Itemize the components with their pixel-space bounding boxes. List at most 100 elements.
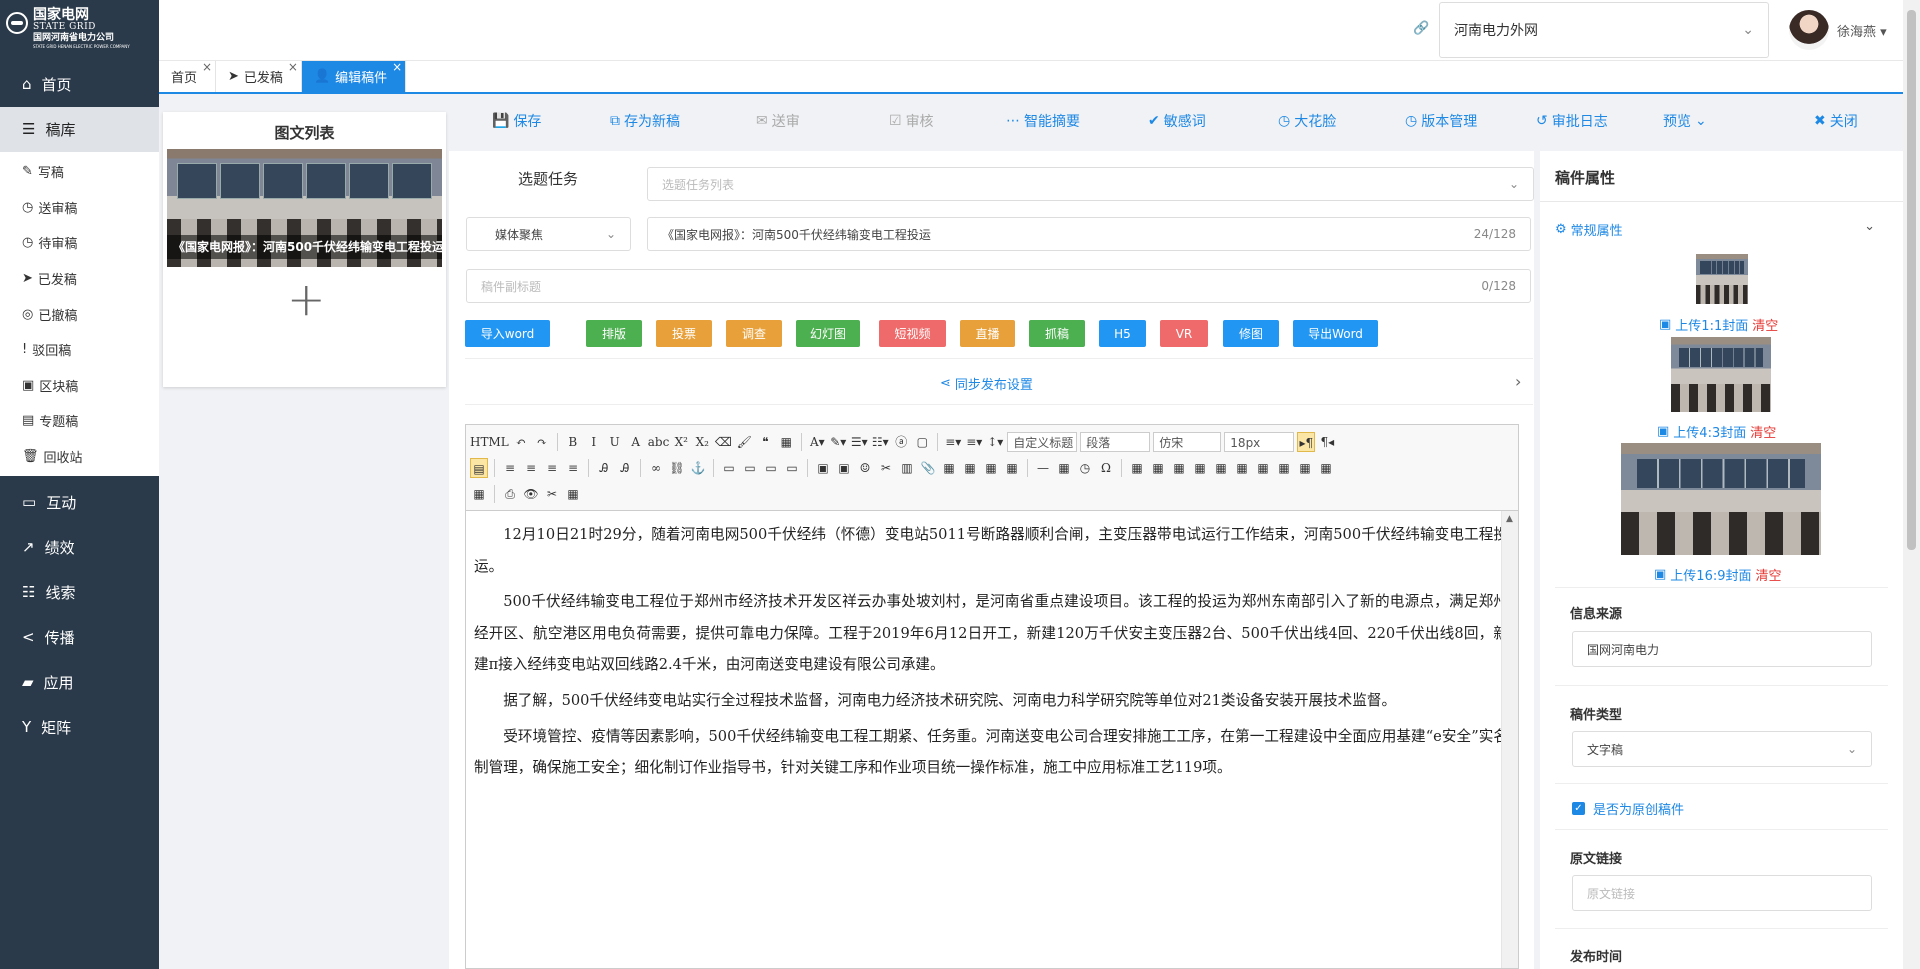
editor-tool[interactable]: ∞ <box>647 458 665 478</box>
editor-tool[interactable]: ▦ <box>1191 458 1209 478</box>
editor-tool[interactable]: ◷ <box>1076 458 1094 478</box>
sidebar-item-sub-7[interactable]: ▤ 专题稿 <box>0 403 159 439</box>
editor-tool[interactable]: ⎙ <box>501 484 519 504</box>
editor-tool[interactable]: ≡ <box>522 458 540 478</box>
toolbar-button-7[interactable]: ◷ 版本管理 <box>1405 111 1477 131</box>
tab-0[interactable]: 首页 × <box>159 61 217 92</box>
close-icon[interactable]: × <box>202 61 212 73</box>
editor-tool[interactable]: ⌫ <box>714 432 732 452</box>
action-button-9[interactable]: VR <box>1160 320 1208 347</box>
sidebar-item-sub-5[interactable]: ! 驳回稿 <box>0 332 159 368</box>
toolbar-button-6[interactable]: ◷ 大花脸 <box>1278 111 1336 131</box>
editor-tool[interactable]: Ꭿ <box>595 458 613 478</box>
editor-tool[interactable]: ↕▾ <box>986 432 1004 452</box>
editor-tool[interactable]: 📎 <box>919 458 937 478</box>
editor-tool[interactable]: ▢ <box>913 432 931 452</box>
sync-publish-settings[interactable]: ⋖ 同步发布设置 <box>940 374 1033 393</box>
sidebar-item-sub-2[interactable]: ◷ 待审稿 <box>0 225 159 261</box>
chevron-down-icon[interactable]: ⌄ <box>1864 219 1875 234</box>
editor-tool[interactable]: ▭ <box>741 458 759 478</box>
add-article-icon[interactable]: + <box>287 272 326 326</box>
editor-tool[interactable]: ▦ <box>1233 458 1251 478</box>
toolbar-button-2[interactable]: ✉ 送审 <box>756 111 800 131</box>
link-icon[interactable]: 🔗 <box>1413 21 1429 36</box>
source-input[interactable]: 国网河南电力 <box>1572 631 1872 667</box>
editor-tool[interactable]: ≡ <box>543 458 561 478</box>
editor-tool[interactable]: ≡▾ <box>944 432 962 452</box>
editor-tool[interactable]: ▣ <box>835 458 853 478</box>
editor-tool[interactable]: ▤ <box>470 458 488 478</box>
sidebar-item-top-1[interactable]: ☰ 稿库 <box>0 107 159 152</box>
editor-tool[interactable]: ▭ <box>720 458 738 478</box>
editor-tool[interactable]: A▾ <box>808 432 826 452</box>
close-icon[interactable]: × <box>288 61 298 73</box>
toolbar-button-5[interactable]: ✔ 敏感词 <box>1148 111 1206 131</box>
type-select[interactable]: 文字稿 ⌄ <box>1572 731 1872 767</box>
editor-tool[interactable]: ▦ <box>1212 458 1230 478</box>
editor-tool[interactable]: ▭ <box>783 458 801 478</box>
action-button-1[interactable]: 排版 <box>586 320 642 347</box>
sidebar-item-sub-6[interactable]: ▣ 区块稿 <box>0 368 159 404</box>
title-input[interactable]: 《国家电网报》：河南500千伏经纬输变电工程投运 24/128 <box>647 217 1531 251</box>
clear-4-3-link[interactable]: 清空 <box>1750 422 1776 441</box>
close-icon[interactable]: × <box>392 61 402 73</box>
editor-select-3[interactable]: 18px <box>1224 432 1295 452</box>
action-button-6[interactable]: 直播 <box>960 320 1015 347</box>
toolbar-button-8[interactable]: ↺ 审批日志 <box>1536 111 1608 131</box>
page-scrollbar-thumb[interactable] <box>1907 10 1916 550</box>
tab-2[interactable]: 👤 编辑稿件 × <box>301 61 407 92</box>
toolbar-button-0[interactable]: 💾 保存 <box>492 111 541 131</box>
editor-tool[interactable]: ✂ <box>877 458 895 478</box>
network-select[interactable]: 河南电力外网 ⌄ <box>1439 2 1769 58</box>
editor-tool[interactable]: ▦ <box>1149 458 1167 478</box>
editor-select-1[interactable]: 段落 <box>1080 432 1151 452</box>
task-select[interactable]: 选题任务列表 ⌄ <box>647 167 1534 201</box>
editor-tool[interactable]: abc <box>648 432 670 452</box>
editor-tool[interactable]: ▦ <box>1055 458 1073 478</box>
upload-4-3-link[interactable]: 上传4:3封面 <box>1673 422 1746 441</box>
editor-tool[interactable]: U <box>606 432 624 452</box>
rtl-icon[interactable]: ¶◂ <box>1318 432 1336 452</box>
editor-tool[interactable]: ☷▾ <box>871 432 889 452</box>
sidebar-item-bottom-1[interactable]: ↗ 绩效 <box>0 525 159 570</box>
editor-tool[interactable]: ↷ <box>533 432 551 452</box>
editor-tool[interactable]: ✂ <box>543 484 561 504</box>
original-checkbox[interactable]: ✓ 是否为原创稿件 <box>1572 799 1684 818</box>
editor-tool[interactable]: 🖌 <box>735 432 753 452</box>
cover-1-1-image[interactable] <box>1696 254 1748 304</box>
avatar[interactable] <box>1789 10 1829 50</box>
editor-tool[interactable]: ▦ <box>940 458 958 478</box>
editor-tool[interactable]: ▦ <box>564 484 582 504</box>
editor-tool[interactable]: ▣ <box>814 458 832 478</box>
action-button-7[interactable]: 抓稿 <box>1029 320 1085 347</box>
editor-tool[interactable]: ▥ <box>898 458 916 478</box>
editor-tool[interactable]: ▦ <box>982 458 1000 478</box>
link-input[interactable]: 原文链接 <box>1572 875 1872 911</box>
editor-scrollbar[interactable]: ▲ <box>1501 511 1518 968</box>
cover-4-3-image[interactable] <box>1671 337 1771 412</box>
sidebar-item-bottom-3[interactable]: < 传播 <box>0 615 159 660</box>
action-button-10[interactable]: 修图 <box>1223 320 1279 347</box>
editor-tool[interactable]: ✎▾ <box>829 432 847 452</box>
toolbar-button-3[interactable]: ☑ 审核 <box>889 111 934 131</box>
editor-tool[interactable]: ▦ <box>1317 458 1335 478</box>
editor-tool[interactable]: ▦ <box>1003 458 1021 478</box>
toolbar-button-4[interactable]: ⋯ 智能摘要 <box>1006 111 1080 131</box>
sidebar-item-sub-4[interactable]: ◎ 已撤稿 <box>0 296 159 332</box>
editor-tool[interactable]: ❝ <box>756 432 774 452</box>
sidebar-item-bottom-4[interactable]: ▰ 应用 <box>0 660 159 705</box>
sidebar-item-top-0[interactable]: ⌂ 首页 <box>0 62 159 107</box>
action-button-5[interactable]: 短视频 <box>879 320 946 347</box>
tab-1[interactable]: ➤ 已发稿 × <box>216 61 302 92</box>
editor-tool[interactable]: ≡ <box>564 458 582 478</box>
editor-tool[interactable]: ▦ <box>1254 458 1272 478</box>
editor-tool[interactable]: ▦ <box>470 484 488 504</box>
editor-tool[interactable]: ⛓ <box>668 458 686 478</box>
toolbar-button-9[interactable]: 预览 ⌄ <box>1663 111 1707 131</box>
editor-select-0[interactable]: 自定义标题 <box>1007 432 1078 452</box>
subtitle-input[interactable]: 稿件副标题 0/128 <box>466 269 1531 303</box>
editor-tool[interactable]: ☰▾ <box>850 432 868 452</box>
editor-tool[interactable]: — <box>1034 458 1052 478</box>
editor-tool[interactable]: ≡▾ <box>965 432 983 452</box>
editor-tool[interactable]: ▦ <box>777 432 795 452</box>
